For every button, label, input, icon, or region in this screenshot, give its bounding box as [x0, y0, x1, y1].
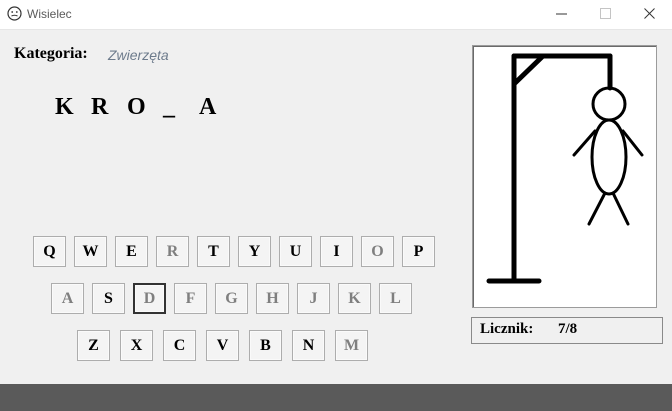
key-s[interactable]: S: [92, 283, 125, 314]
word-letter: O: [127, 94, 146, 120]
hangman-drawing: [486, 53, 644, 284]
key-n[interactable]: N: [292, 330, 325, 361]
hangman-canvas: [472, 45, 657, 308]
key-r[interactable]: R: [156, 236, 189, 267]
word-letter: A: [199, 94, 217, 120]
key-o[interactable]: O: [361, 236, 394, 267]
counter-label: Licznik:: [480, 321, 534, 337]
key-q[interactable]: Q: [33, 236, 66, 267]
key-j[interactable]: J: [297, 283, 330, 314]
key-d[interactable]: D: [133, 283, 166, 314]
word-letter: R: [91, 94, 109, 120]
hangman-head: [591, 86, 627, 122]
word-letter: K: [55, 94, 74, 120]
gallows-brace: [511, 53, 546, 87]
app-face-icon: [7, 6, 22, 21]
key-a[interactable]: A: [51, 283, 84, 314]
maximize-button[interactable]: [583, 0, 629, 29]
counter-box: Licznik: 7/8: [471, 317, 663, 344]
key-p[interactable]: P: [402, 236, 435, 267]
hangman-body: [590, 118, 628, 196]
minimize-button[interactable]: [539, 0, 585, 29]
hangman-right-leg: [611, 191, 630, 226]
key-l[interactable]: L: [379, 283, 412, 314]
key-x[interactable]: X: [120, 330, 153, 361]
key-c[interactable]: C: [163, 330, 196, 361]
key-t[interactable]: T: [197, 236, 230, 267]
category-value: Zwierzęta: [108, 47, 169, 63]
category-label: Kategoria:: [14, 45, 88, 62]
title-bar: Wisielec: [0, 0, 672, 30]
key-b[interactable]: B: [249, 330, 282, 361]
key-f[interactable]: F: [174, 283, 207, 314]
maximize-icon: [600, 8, 611, 19]
key-i[interactable]: I: [320, 236, 353, 267]
minimize-icon: [556, 13, 567, 15]
key-u[interactable]: U: [279, 236, 312, 267]
guessed-word: K R O _ A: [55, 94, 235, 121]
window-title: Wisielec: [27, 7, 72, 21]
key-v[interactable]: V: [206, 330, 239, 361]
word-letter-blank: _: [163, 94, 175, 120]
key-h[interactable]: H: [256, 283, 289, 314]
key-k[interactable]: K: [338, 283, 371, 314]
counter-value: 7/8: [558, 321, 578, 337]
key-e[interactable]: E: [115, 236, 148, 267]
key-w[interactable]: W: [74, 236, 107, 267]
close-button[interactable]: [627, 0, 672, 29]
close-icon: [644, 8, 655, 19]
key-m[interactable]: M: [335, 330, 368, 361]
key-y[interactable]: Y: [238, 236, 271, 267]
key-z[interactable]: Z: [77, 330, 110, 361]
bottom-bar: [0, 384, 672, 411]
hangman-left-leg: [587, 191, 607, 226]
key-g[interactable]: G: [215, 283, 248, 314]
